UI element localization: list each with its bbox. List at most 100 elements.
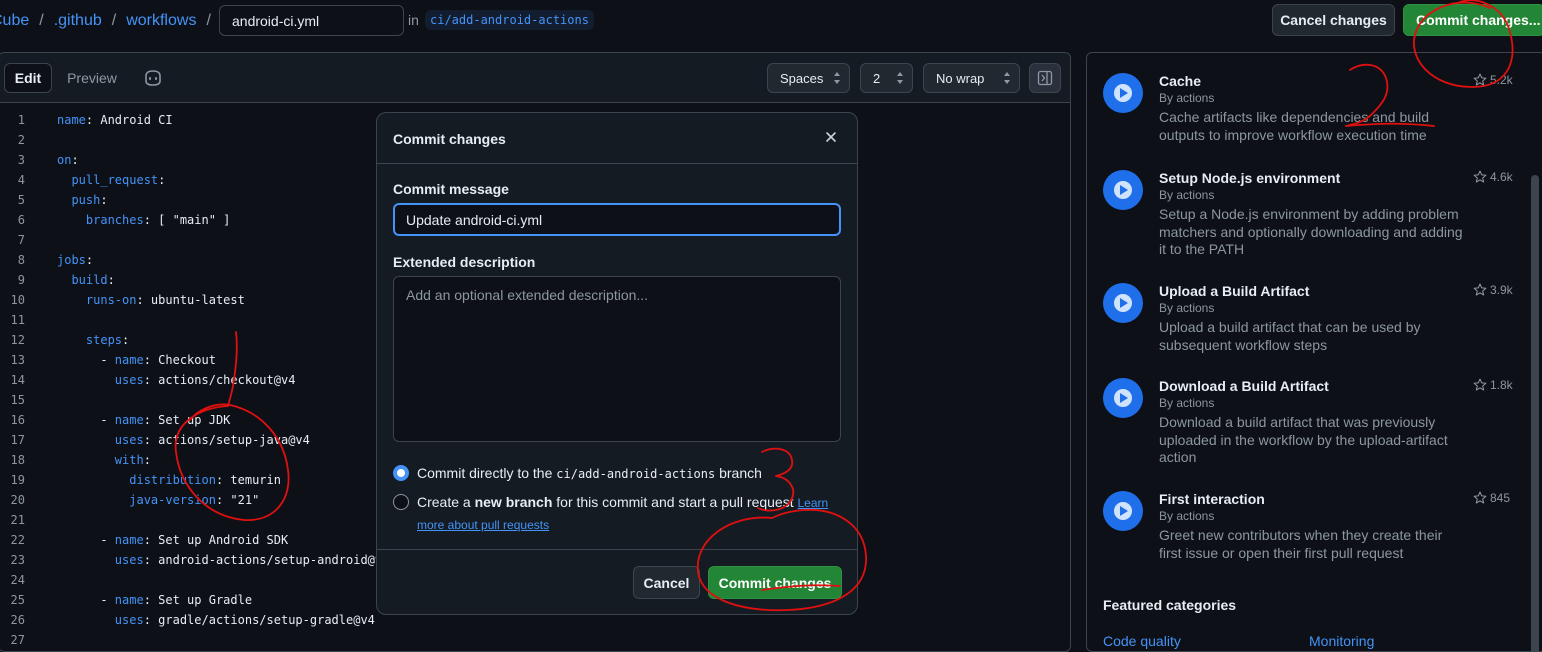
commit-directly-label[interactable]: Commit directly to the ci/add-android-ac… (417, 465, 762, 481)
indent-size-select[interactable]: 2 (860, 63, 913, 93)
play-triangle-icon (1120, 506, 1128, 516)
yaml-value: - (57, 353, 115, 367)
action-author: By actions (1159, 396, 1215, 410)
action-stars: 5.2k (1473, 73, 1513, 87)
close-icon[interactable] (823, 129, 839, 145)
select-arrows-icon (897, 72, 903, 84)
line-number: 19 (10, 473, 25, 487)
play-triangle-icon (1120, 88, 1128, 98)
create-new-branch-radio[interactable] (393, 494, 409, 510)
play-triangle-icon (1120, 185, 1128, 195)
commit-directly-radio[interactable] (393, 465, 409, 481)
in-label: in (408, 12, 419, 28)
yaml-value: : actions/setup-java@v4 (143, 433, 310, 447)
yaml-value: : (107, 273, 115, 287)
marketplace-action-item[interactable]: Upload a Build Artifact By actions Upload … (1103, 283, 1523, 363)
sidebar-toggle-button[interactable] (1029, 63, 1061, 93)
play-icon (1103, 378, 1143, 418)
line-number: 1 (17, 113, 25, 127)
category-link-monitoring[interactable]: Monitoring (1309, 633, 1374, 649)
action-star-count: 4.6k (1490, 170, 1513, 184)
action-title[interactable]: Upload a Build Artifact (1159, 283, 1309, 299)
action-description: Setup a Node.js environment by adding pr… (1159, 206, 1463, 257)
code-text: jobs: (57, 250, 93, 270)
line-number: 10 (10, 293, 25, 307)
action-title[interactable]: Download a Build Artifact (1159, 378, 1329, 394)
line-number: 27 (10, 633, 25, 647)
commit-changes-header-button[interactable]: Commit changes... (1403, 4, 1542, 36)
marketplace-action-item[interactable]: First interaction By actions Greet new con… (1103, 491, 1523, 571)
sidebar-scrollbar-thumb[interactable] (1531, 175, 1539, 651)
yaml-key: distribution (57, 473, 216, 487)
code-line[interactable]: 27 (0, 630, 1070, 650)
code-text: push: (57, 190, 107, 210)
action-star-count: 1.8k (1490, 378, 1513, 392)
commit-directly-branch: ci/add-android-actions (556, 467, 716, 481)
yaml-key: runs-on (57, 293, 137, 307)
line-number: 9 (17, 273, 25, 287)
sidebar-expand-icon (1037, 70, 1053, 86)
marketplace-action-item[interactable]: Cache By actions Cache artifacts like depe… (1103, 73, 1523, 153)
filename-input[interactable] (219, 5, 404, 36)
action-description: Upload a build artifact that can be used… (1159, 319, 1421, 353)
wrap-mode-value: No wrap (936, 70, 985, 86)
action-stars: 1.8k (1473, 378, 1513, 392)
breadcrumb-github-folder-link[interactable]: .github (54, 12, 102, 30)
line-number: 21 (10, 513, 25, 527)
target-branch-badge[interactable]: ci/add-android-actions (425, 10, 594, 30)
new-branch-prefix: Create a (417, 494, 475, 510)
learn-more-pull-requests-link[interactable]: more about pull requests (417, 518, 549, 532)
category-link-code-quality[interactable]: Code quality (1103, 633, 1181, 649)
commit-message-label: Commit message (393, 181, 509, 197)
breadcrumb: Cube / .github / workflows / (0, 0, 221, 42)
action-title[interactable]: First interaction (1159, 491, 1265, 507)
wrap-mode-select[interactable]: No wrap (923, 63, 1020, 93)
play-icon (1103, 491, 1143, 531)
action-description: Greet new contributors when they create … (1159, 527, 1443, 561)
action-stars: 4.6k (1473, 170, 1513, 184)
yaml-key: pull_request (57, 173, 159, 187)
marketplace-action-item[interactable]: Setup Node.js environment By actions Setup… (1103, 170, 1523, 257)
create-new-branch-label[interactable]: Create a new branch for this commit and … (417, 494, 828, 510)
extended-description-label: Extended description (393, 254, 536, 270)
learn-more-link[interactable]: Learn (798, 496, 829, 510)
star-icon (1473, 283, 1487, 296)
action-stars: 3.9k (1473, 283, 1513, 297)
code-text: name: Android CI (57, 110, 173, 130)
tab-edit[interactable]: Edit (4, 63, 52, 93)
commit-message-input[interactable] (393, 203, 841, 236)
action-description: Download a build artifact that was previ… (1159, 414, 1448, 465)
editor-toolbar: Edit Preview Spaces 2 No wrap (0, 53, 1070, 103)
play-icon (1103, 283, 1143, 323)
line-number: 2 (17, 133, 25, 147)
extended-description-textarea[interactable] (393, 276, 841, 442)
action-star-count: 845 (1490, 491, 1511, 505)
select-arrows-icon (1004, 72, 1010, 84)
tab-preview[interactable]: Preview (57, 63, 127, 93)
yaml-key: jobs (57, 253, 86, 267)
line-number: 16 (10, 413, 25, 427)
cancel-changes-button[interactable]: Cancel changes (1272, 4, 1395, 36)
commit-changes-dialog: Commit changes Commit message Extended d… (376, 112, 858, 615)
line-number: 11 (10, 313, 25, 327)
dialog-commit-changes-button[interactable]: Commit changes (708, 566, 842, 599)
line-number: 22 (10, 533, 25, 547)
yaml-value: : Set up Android SDK (143, 533, 289, 547)
learn-more-link-line2[interactable]: more about pull requests (417, 516, 549, 532)
code-text: - name: Set up Android SDK (57, 530, 288, 550)
yaml-value: : temurin (215, 473, 281, 487)
indent-mode-select[interactable]: Spaces (767, 63, 850, 93)
breadcrumb-separator: / (39, 12, 44, 29)
action-title[interactable]: Setup Node.js environment (1159, 170, 1340, 186)
action-title[interactable]: Cache (1159, 73, 1201, 89)
yaml-value: : Checkout (143, 353, 216, 367)
dialog-cancel-button[interactable]: Cancel (633, 566, 700, 599)
copilot-icon[interactable] (143, 68, 163, 88)
marketplace-action-item[interactable]: Download a Build Artifact By actions Downl… (1103, 378, 1523, 465)
dialog-footer: Cancel Commit changes (377, 549, 857, 614)
star-icon (1473, 378, 1487, 391)
action-author: By actions (1159, 509, 1215, 523)
breadcrumb-repo-link[interactable]: Cube (0, 12, 29, 30)
breadcrumb-workflows-folder-link[interactable]: workflows (126, 12, 196, 30)
indent-mode-value: Spaces (780, 70, 824, 86)
